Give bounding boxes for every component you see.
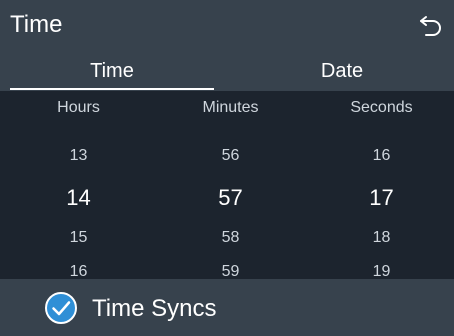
minutes-selected-value[interactable]: 57 [155,185,306,211]
seconds-column[interactable]: Seconds 16 17 18 19 [306,91,454,279]
tab-bar: Time Date [0,51,454,91]
hours-option[interactable]: 13 [3,146,154,166]
seconds-selected-value[interactable]: 17 [306,185,454,211]
tab-time[interactable]: Time [10,51,214,91]
hours-header: Hours [57,99,100,116]
seconds-option[interactable]: 16 [306,146,454,166]
tab-date[interactable]: Date [240,51,444,91]
seconds-header: Seconds [350,99,413,116]
tab-date-label: Date [320,60,364,82]
time-sync-label: Time Syncs [92,295,217,322]
tab-selected-indicator [10,88,214,90]
footer-bar: Time Syncs [0,279,454,336]
minutes-header: Minutes [202,99,259,116]
minutes-option[interactable]: 59 [155,262,306,279]
header-bar: Time [0,0,454,51]
hours-option[interactable]: 16 [3,262,154,279]
seconds-option[interactable]: 18 [306,228,454,248]
time-sync-checkbox[interactable] [44,291,78,325]
tab-time-label: Time [90,60,134,82]
time-picker: Hours 13 14 15 16 Minutes 56 57 58 59 Se… [0,91,454,279]
page-title: Time [10,11,63,38]
back-button[interactable] [416,10,446,40]
minutes-column[interactable]: Minutes 56 57 58 59 [155,91,306,279]
minutes-option[interactable]: 58 [155,228,306,248]
hours-column[interactable]: Hours 13 14 15 16 [3,91,154,279]
back-arrow-icon [420,16,441,36]
hours-selected-value[interactable]: 14 [3,185,154,211]
seconds-option[interactable]: 19 [306,262,454,279]
time-settings-screen: Time Time Date Hours 13 14 15 16 Minutes… [0,0,454,336]
minutes-option[interactable]: 56 [155,146,306,166]
hours-option[interactable]: 15 [3,228,154,248]
checkmark-circle-icon [45,292,77,324]
